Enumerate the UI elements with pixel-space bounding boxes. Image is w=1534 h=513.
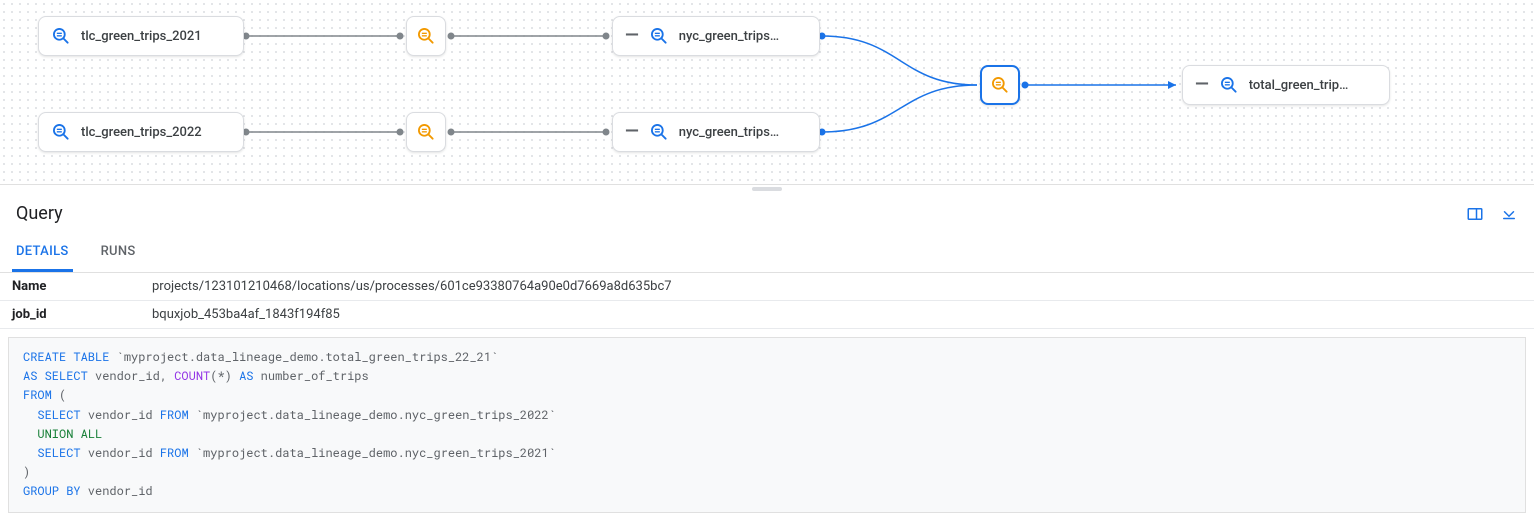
minus-icon: —	[1195, 76, 1209, 94]
node-label: nyc_green_trips…	[679, 29, 779, 44]
sql-block: CREATE TABLE `myproject.data_lineage_dem…	[8, 337, 1526, 513]
table-icon	[649, 122, 669, 142]
minus-icon: —	[625, 27, 639, 45]
table-icon	[51, 122, 71, 142]
node-label: tlc_green_trips_2021	[81, 29, 202, 44]
node-process-2[interactable]	[406, 112, 446, 152]
process-icon	[990, 75, 1010, 95]
node-label: nyc_green_trips…	[679, 125, 779, 140]
row-name: Name projects/123101210468/locations/us/…	[0, 273, 1534, 301]
label-name: Name	[0, 273, 140, 301]
collapse-icon[interactable]	[1500, 205, 1518, 223]
resize-handle[interactable]	[752, 187, 782, 191]
minus-icon: —	[625, 123, 639, 141]
process-icon	[416, 122, 436, 142]
details-table: Name projects/123101210468/locations/us/…	[0, 273, 1534, 329]
node-label: total_green_trip…	[1249, 78, 1349, 93]
panel-title: Query	[16, 203, 63, 224]
panel-header: Query	[0, 193, 1534, 234]
node-table-mid2[interactable]: — nyc_green_trips…	[612, 112, 820, 152]
table-icon	[51, 26, 71, 46]
panel-layout-icon[interactable]	[1466, 205, 1484, 223]
node-table-src2[interactable]: tlc_green_trips_2022	[38, 112, 244, 152]
process-icon	[416, 26, 436, 46]
node-table-out[interactable]: — total_green_trip…	[1182, 65, 1390, 105]
node-process-selected[interactable]	[980, 65, 1020, 105]
tabs: DETAILS RUNS	[0, 234, 1534, 273]
value-name: projects/123101210468/locations/us/proce…	[140, 273, 1534, 301]
node-label: tlc_green_trips_2022	[81, 125, 202, 140]
label-jobid: job_id	[0, 301, 140, 329]
table-icon	[649, 26, 669, 46]
row-jobid: job_id bquxjob_453ba4af_1843f194f85	[0, 301, 1534, 329]
value-jobid: bquxjob_453ba4af_1843f194f85	[140, 301, 1534, 329]
node-process-1[interactable]	[406, 16, 446, 56]
tab-details[interactable]: DETAILS	[12, 234, 73, 272]
node-table-src1[interactable]: tlc_green_trips_2021	[38, 16, 244, 56]
node-table-mid1[interactable]: — nyc_green_trips…	[612, 16, 820, 56]
lineage-canvas[interactable]: tlc_green_trips_2021 — nyc_green_trips… …	[0, 0, 1534, 185]
table-icon	[1219, 75, 1239, 95]
tab-runs[interactable]: RUNS	[97, 234, 140, 272]
